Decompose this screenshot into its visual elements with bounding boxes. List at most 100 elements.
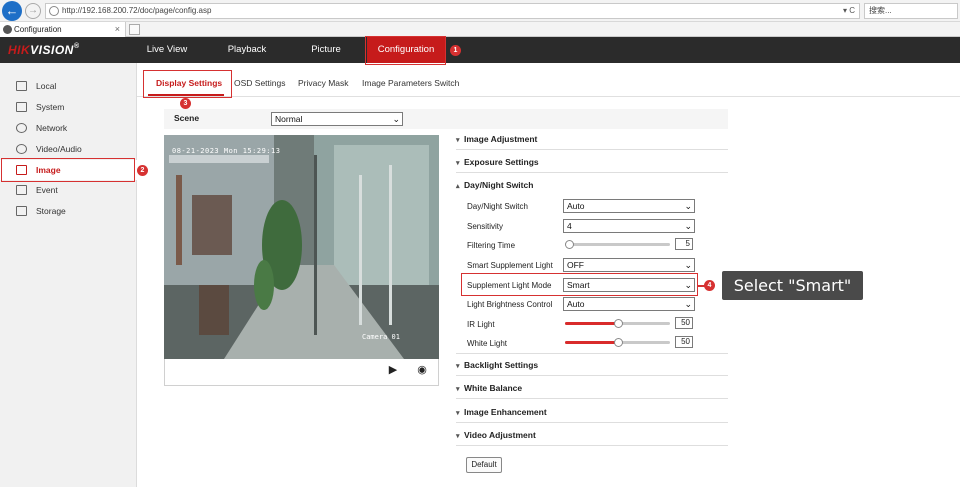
section-day-night-switch[interactable]: ▴ Day/Night Switch [456,174,728,196]
chevron-down-icon: ⌄ [684,299,692,309]
slider-handle[interactable] [613,338,623,347]
sidebar-item-label: Event [36,185,58,195]
section-white-balance[interactable]: ▾ White Balance [456,377,728,399]
chevron-up-icon: ▴ [456,183,460,190]
sidebar-item-label: Video/Audio [36,144,82,154]
back-arrow-icon[interactable]: ← [2,1,22,21]
browser-tab-bar: Configuration × [0,22,960,37]
section-title: Image Adjustment [464,134,538,144]
logo-white: VISION [30,43,74,57]
smart-supplement-light-select[interactable]: OFF ⌄ [563,258,695,272]
url-dropdown-refresh[interactable]: ▾ C [843,4,855,18]
scene-row: Scene Normal ⌄ [164,109,728,129]
ir-light-input[interactable]: 50 [675,317,693,329]
white-light-slider[interactable] [565,338,670,347]
chevron-down-icon: ▾ [456,433,460,440]
nav-picture[interactable]: Picture [298,37,354,63]
globe-icon [16,123,27,133]
section-image-enhancement[interactable]: ▾ Image Enhancement [456,401,728,423]
sidebar-item-local[interactable]: Local [0,76,137,96]
chevron-down-icon: ▾ [456,410,460,417]
close-icon[interactable]: × [115,22,120,37]
osd-timestamp: 08-21-2023 Mon 15:29:13 [172,147,281,155]
day-night-switch-label: Day/Night Switch [467,202,528,211]
light-brightness-control-label: Light Brightness Control [467,300,553,309]
section-title: Exposure Settings [464,157,539,167]
light-brightness-control-select[interactable]: Auto ⌄ [563,297,695,311]
select-value: 4 [567,221,572,231]
select-value: Auto [567,201,585,211]
camera-icon[interactable]: ◉ [416,365,428,376]
event-icon [16,185,27,195]
section-image-adjustment[interactable]: ▾ Image Adjustment [456,128,728,150]
section-exposure-settings[interactable]: ▾ Exposure Settings [456,151,728,173]
scene-select[interactable]: Normal ⌄ [271,112,403,126]
osd-camera-name: Camera 01 [362,333,400,341]
chevron-down-icon: ⌄ [684,260,692,270]
browser-tab-configuration[interactable]: Configuration × [0,22,126,37]
filtering-time-label: Filtering Time [467,241,516,250]
section-title: White Balance [464,383,523,393]
page-favicon-icon [3,25,12,34]
select-value: OFF [567,260,584,270]
sidebar-item-label: Local [36,81,57,91]
sidebar-item-network[interactable]: Network [0,118,137,138]
search-placeholder: 搜索... [869,6,892,15]
sidebar-item-event[interactable]: Event [0,180,137,200]
sidebar-item-system[interactable]: System [0,97,137,117]
ir-light-label: IR Light [467,320,495,329]
video-frame-graphic [164,135,439,359]
ir-light-slider[interactable] [565,319,670,328]
filtering-time-input[interactable]: 5 [675,238,693,250]
filtering-time-slider[interactable] [565,240,670,249]
nav-live-view[interactable]: Live View [136,37,198,63]
video-camera-icon[interactable]: ▶ [387,365,399,376]
video-toolbar: ▶ ◉ [164,359,439,386]
chevron-down-icon: ▾ [456,386,460,393]
forward-arrow-icon[interactable]: → [25,3,41,19]
tab-privacy-mask[interactable]: Privacy Mask [298,74,349,92]
browser-address-bar: ← → http://192.168.200.72/doc/page/confi… [0,0,960,22]
tab-image-parameters-switch[interactable]: Image Parameters Switch [362,74,459,92]
url-text: http://192.168.200.72/doc/page/config.as… [62,6,212,15]
slider-handle[interactable] [565,240,574,249]
new-tab-icon[interactable] [129,24,140,35]
smart-supplement-light-label: Smart Supplement Light [467,261,553,270]
section-title: Day/Night Switch [464,180,534,190]
chevron-down-icon: ▾ [456,137,460,144]
default-button[interactable]: Default [466,457,502,473]
slider-handle[interactable] [613,319,623,328]
tab-osd-settings[interactable]: OSD Settings [234,74,286,92]
highlight-image [1,158,135,182]
url-input[interactable]: http://192.168.200.72/doc/page/config.as… [45,3,860,19]
sidebar-item-storage[interactable]: Storage [0,201,137,221]
chevron-down-icon: ⌄ [684,201,692,211]
slider-fill [565,341,618,344]
hikvision-logo: HIKVISION® [8,43,80,57]
white-light-input[interactable]: 50 [675,336,693,348]
sidebar-item-label: Network [36,123,68,133]
callout-select-smart: Select "Smart" [722,271,863,300]
sensitivity-select[interactable]: 4 ⌄ [563,219,695,233]
page-icon [49,6,59,16]
tab-title: Configuration [14,25,62,34]
sidebar-item-label: Storage [36,206,66,216]
step-badge-3: 3 [180,98,191,109]
browser-search-input[interactable]: 搜索... [864,3,958,19]
highlight-supplement-light-mode [461,273,698,296]
nav-playback[interactable]: Playback [216,37,278,63]
section-title: Video Adjustment [464,430,536,440]
scene-label: Scene [174,113,200,123]
step-badge-2: 2 [137,165,148,176]
tab-divider [137,96,960,97]
slider-fill [565,322,618,325]
video-audio-icon [16,144,27,154]
section-title: Image Enhancement [464,407,547,417]
day-night-switch-select[interactable]: Auto ⌄ [563,199,695,213]
section-video-adjustment[interactable]: ▾ Video Adjustment [456,424,728,446]
monitor-icon [16,81,27,91]
sidebar-item-video-audio[interactable]: Video/Audio [0,139,137,159]
live-video-preview[interactable]: 08-21-2023 Mon 15:29:13 Camera 01 [164,135,439,359]
storage-icon [16,206,27,216]
section-backlight-settings[interactable]: ▾ Backlight Settings [456,354,728,376]
